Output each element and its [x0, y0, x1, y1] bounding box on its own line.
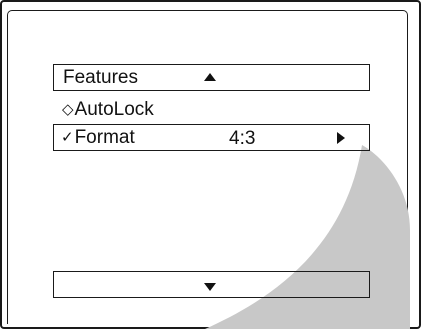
menu-item-label: AutoLock: [74, 98, 154, 120]
menu-item-label: Format: [74, 127, 135, 148]
menu-item-features[interactable]: Features: [53, 64, 370, 91]
triangle-down-icon[interactable]: [204, 283, 216, 291]
triangle-up-icon[interactable]: [204, 73, 216, 81]
menu-scroll-down-row[interactable]: [53, 271, 370, 298]
menu-item-value: 4:3: [229, 128, 256, 149]
diamond-icon: ◇: [62, 100, 74, 118]
triangle-right-icon[interactable]: [337, 132, 345, 144]
checkmark-icon: ✓: [61, 129, 74, 146]
menu-item-label: Features: [63, 67, 138, 88]
menu-item-format[interactable]: ✓ Format 4:3: [53, 124, 370, 151]
menu-item-autolock[interactable]: ◇ AutoLock: [53, 97, 370, 121]
